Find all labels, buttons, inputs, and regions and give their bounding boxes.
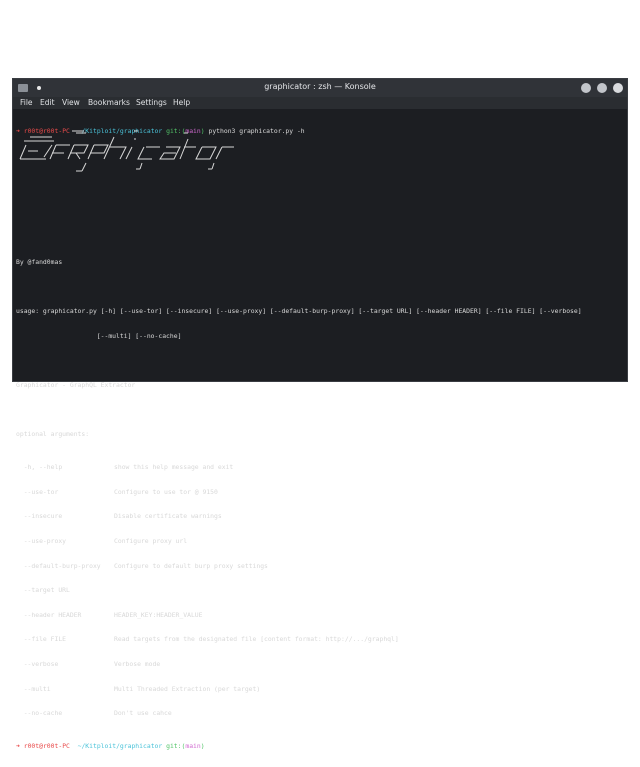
usage-line-2: [--multi] [--no-cache] [16, 332, 182, 340]
description-line: Graphicator - GraphQL Extractor [16, 381, 136, 390]
terminal-cursor[interactable] [208, 741, 213, 749]
option-flag: -h, --help [16, 463, 63, 472]
option-flag: --target URL [16, 586, 70, 595]
option-row: --multi Multi Threaded Extraction (per ta… [16, 685, 622, 693]
menu-bookmarks[interactable]: Bookmarks [88, 98, 130, 107]
minimize-icon[interactable] [581, 83, 591, 93]
option-row: --no-cache Don't use cahce [16, 709, 622, 717]
prompt-arrow: ➜ [16, 741, 20, 750]
option-row: --use-tor Configure to use tor @ 9150 [16, 488, 622, 496]
option-flag: --file FILE [16, 635, 67, 644]
option-row: --use-proxy Configure proxy url [16, 537, 622, 545]
menu-view[interactable]: View [62, 98, 80, 107]
option-row: --default-burp-proxy Configure to default… [16, 562, 622, 570]
option-desc: Verbose mode [114, 659, 161, 668]
konsole-window: graphicator : zsh — Konsole File Edit Vi… [12, 78, 628, 750]
usage-line-1: usage: graphicator.py [-h] [--use-tor] [… [16, 307, 582, 316]
option-desc: Read targets from the designated file [c… [114, 635, 399, 644]
prompt-branch: main [185, 741, 201, 750]
option-desc: Disable certificate warnings [114, 512, 222, 521]
option-flag: --insecure [16, 512, 63, 521]
option-flag: --default-burp-proxy [16, 561, 101, 570]
prompt-path: ~/Kitploit/graphicator [77, 741, 163, 750]
menu-edit[interactable]: Edit [40, 98, 55, 107]
option-desc: Multi Threaded Extraction (per target) [114, 684, 261, 693]
option-desc: Configure proxy url [114, 536, 188, 545]
prompt-git-close: ) [200, 741, 205, 750]
maximize-icon[interactable] [597, 83, 607, 93]
option-desc: Configure to use tor @ 9150 [114, 487, 218, 496]
option-row: --target URL [16, 586, 622, 594]
option-row: --header HEADER HEADER_KEY:HEADER_VALUE [16, 611, 622, 619]
option-flag: --multi [16, 684, 51, 693]
option-desc: HEADER_KEY:HEADER_VALUE [114, 610, 203, 619]
prompt-line-2: ➜ r00t@r00t-PC ~/Kitploit/graphicator gi… [16, 741, 622, 750]
author-line: By @fand0mas [16, 258, 63, 267]
option-flag: --use-proxy [16, 536, 67, 545]
option-desc: Don't use cahce [114, 709, 172, 718]
menu-settings[interactable]: Settings [136, 98, 167, 107]
option-row: --file FILE Read targets from the designa… [16, 635, 622, 643]
option-flag: --use-tor [16, 487, 59, 496]
terminal-area[interactable]: ➜ r00t@r00t-PC ~/Kitploit/graphicator gi… [16, 111, 622, 750]
optional-arguments-heading: optional arguments: [16, 430, 90, 439]
menu-file[interactable]: File [20, 98, 33, 107]
option-row: --verbose Verbose mode [16, 660, 622, 668]
close-icon[interactable] [613, 83, 623, 93]
graphicator-banner-logo [19, 130, 234, 172]
prompt-git-label: git:( [166, 741, 186, 750]
option-flag: --header HEADER [16, 610, 82, 619]
option-desc: show this help message and exit [114, 463, 234, 472]
window-title: graphicator : zsh — Konsole [264, 82, 376, 91]
option-row: -h, --help show this help message and exi… [16, 463, 622, 471]
option-desc: Configure to default burp proxy settings [114, 561, 268, 570]
prompt-user: r00t@r00t-PC [23, 741, 70, 750]
title-bar[interactable]: graphicator : zsh — Konsole [13, 79, 627, 97]
option-row: --insecure Disable certificate warnings [16, 512, 622, 520]
menu-help[interactable]: Help [173, 98, 190, 107]
menu-bar: File Edit View Bookmarks Settings Help [13, 97, 627, 109]
option-flag: --no-cache [16, 709, 63, 718]
option-flag: --verbose [16, 659, 59, 668]
